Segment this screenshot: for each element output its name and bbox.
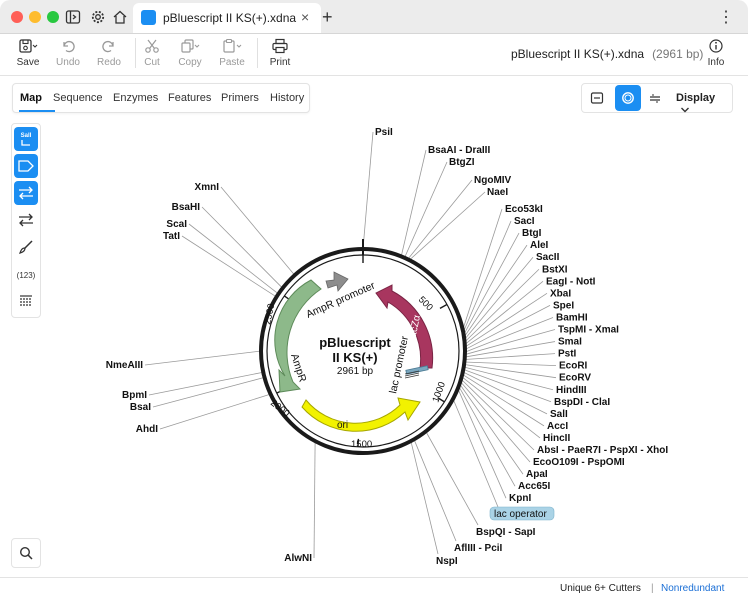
enzyme-label-left[interactable]: TatI: [163, 231, 180, 242]
ori-label: ori: [337, 420, 348, 431]
tick-label-2000: 2000: [268, 398, 291, 420]
enzyme-connector-line: [400, 149, 427, 257]
plasmid-name-line2: II KS(+): [332, 350, 377, 365]
enzyme-label-right[interactable]: SacI: [514, 216, 535, 227]
lac-operator-label: lac operator: [494, 509, 547, 520]
status-bar: Unique 6+ Cutters | Nonredundant: [0, 577, 748, 599]
enzyme-connector-line: [201, 206, 283, 289]
enzyme-label-left[interactable]: BsaI: [130, 402, 151, 413]
enzyme-label-top[interactable]: NgoMIV: [474, 175, 512, 186]
enzyme-label-bottom[interactable]: NspI: [436, 556, 458, 567]
enzyme-connector-line: [144, 350, 262, 366]
enzyme-connector-line: [362, 131, 374, 250]
enzyme-label-right[interactable]: EcoRV: [559, 373, 591, 384]
enzyme-label-right[interactable]: SmaI: [558, 337, 582, 348]
enzyme-label-left[interactable]: BsaHI: [172, 202, 201, 213]
enzyme-connector-line: [188, 223, 279, 295]
enzyme-connector-line: [462, 220, 512, 333]
enzyme-label-right[interactable]: HindIII: [556, 385, 587, 396]
enzyme-connector-line: [220, 186, 296, 276]
enzyme-label-top[interactable]: BtgZI: [449, 157, 475, 168]
enzyme-label-right[interactable]: BamHI: [556, 312, 588, 323]
status-separator: |: [651, 583, 654, 594]
enzyme-label-right[interactable]: EagI - NotI: [546, 276, 596, 287]
enzyme-label-top[interactable]: BsaAI - DraIII: [428, 145, 490, 156]
enzyme-connector-line: [464, 256, 534, 340]
enzyme-label-right[interactable]: SpeI: [553, 300, 574, 311]
enzyme-label-left[interactable]: AhdI: [136, 424, 158, 435]
tick-label-1500: 1500: [351, 439, 372, 450]
enzyme-label-top[interactable]: NaeI: [487, 187, 508, 198]
cutters-filter[interactable]: Unique 6+ Cutters: [560, 583, 641, 594]
enzyme-label-right[interactable]: HincII: [543, 433, 570, 444]
ori-feature[interactable]: [301, 397, 421, 432]
enzyme-connector-line: [464, 364, 557, 379]
enzyme-label-right[interactable]: BtgI: [522, 228, 542, 239]
enzyme-label-right[interactable]: AbsI - PaeR7I - PspXI - XhoI: [537, 445, 668, 456]
enzyme-connector-line: [159, 393, 271, 430]
enzyme-connector-line: [457, 388, 507, 499]
enzyme-connector-line: [462, 373, 545, 427]
enzyme-label-bottom[interactable]: BspQI - SapI: [476, 527, 536, 538]
plasmid-length: 2961 bp: [337, 366, 374, 377]
enzyme-connector-line: [464, 280, 544, 345]
enzyme-label-right[interactable]: TspMI - XmaI: [558, 325, 619, 336]
enzyme-label-right[interactable]: AleI: [530, 240, 549, 251]
enzyme-label-left[interactable]: AlwNI: [284, 553, 312, 564]
lac-operator-connector: [452, 398, 499, 508]
enzyme-label-right[interactable]: AccI: [547, 421, 568, 432]
enzyme-connector-line: [407, 179, 473, 260]
enzyme-label-bottom[interactable]: AflIII - PciI: [454, 543, 503, 554]
enzyme-connector-line: [413, 439, 457, 542]
enzyme-connector-line: [410, 440, 439, 555]
nonredundant-toggle[interactable]: Nonredundant: [661, 583, 724, 594]
enzyme-label-right[interactable]: XbaI: [550, 288, 571, 299]
enzyme-connector-line: [464, 361, 557, 367]
ampr-promoter-feature[interactable]: [325, 271, 349, 292]
enzyme-connector-line: [404, 161, 448, 258]
enzyme-label-right[interactable]: PstI: [558, 349, 577, 360]
enzyme-connector-line: [152, 377, 265, 408]
tick-label-500: 500: [416, 294, 435, 313]
plasmid-name-line1: pBluescript: [319, 335, 391, 350]
app-window: pBluescript II KS(+).xdna × + ⋮ Save Und…: [0, 0, 748, 610]
enzyme-connector-line: [181, 235, 277, 298]
enzyme-label-right[interactable]: SacII: [536, 252, 560, 263]
enzyme-connector-line: [463, 244, 528, 338]
enzyme-label-right[interactable]: SalI: [550, 409, 568, 420]
plasmid-map: AmpR promoter AmpR lacZα lac promoter or…: [106, 127, 669, 567]
position-tick: [439, 303, 448, 309]
enzyme-connector-line: [458, 386, 516, 487]
enzyme-label-left[interactable]: NmeAIII: [106, 360, 143, 371]
tick-label-2500: 2500: [262, 303, 277, 326]
enzyme-label-right[interactable]: EcoO109I - PspOMI: [533, 457, 625, 468]
enzyme-connector-line: [460, 378, 535, 451]
enzyme-label-left[interactable]: XmnI: [195, 182, 220, 193]
enzyme-label-left[interactable]: ScaI: [166, 219, 187, 230]
enzyme-connector-line: [409, 191, 486, 261]
enzyme-label-right[interactable]: Eco53kI: [505, 204, 543, 215]
enzyme-label-right[interactable]: ApaI: [526, 469, 548, 480]
enzyme-label-top[interactable]: PsiI: [375, 127, 393, 138]
enzyme-connector-line: [425, 431, 479, 526]
enzyme-connector-line: [148, 371, 264, 396]
enzyme-label-right[interactable]: BspDI - ClaI: [554, 397, 610, 408]
enzyme-label-right[interactable]: KpnI: [509, 493, 531, 504]
enzyme-label-right[interactable]: BstXI: [542, 264, 568, 275]
enzyme-label-right[interactable]: EcoRI: [559, 361, 588, 372]
enzyme-label-left[interactable]: BpmI: [122, 390, 147, 401]
enzyme-label-right[interactable]: Acc65I: [518, 481, 550, 492]
enzyme-connector-line: [313, 441, 316, 559]
lac-promoter-label: lac promoter: [387, 335, 411, 395]
